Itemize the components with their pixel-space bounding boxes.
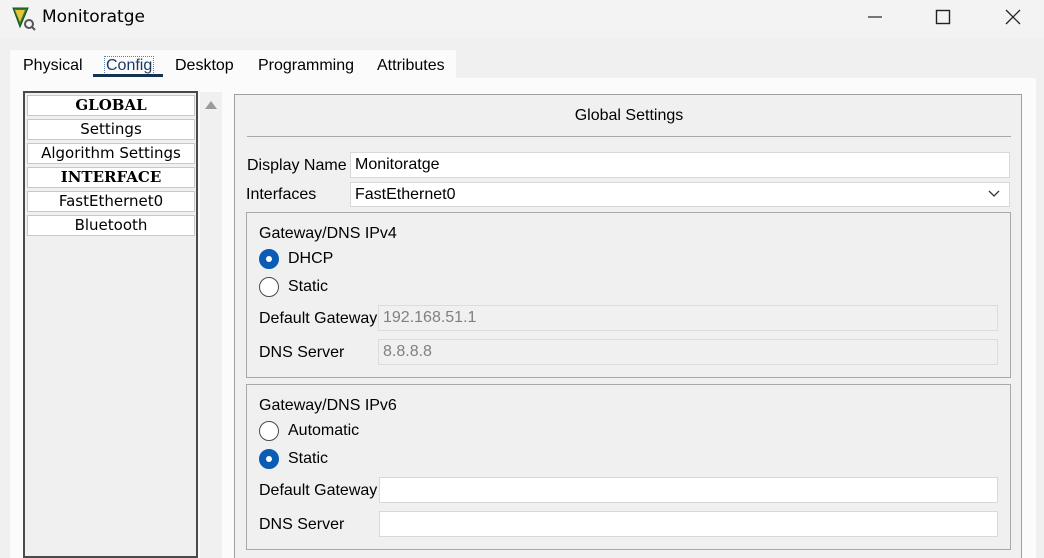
ipv4-group-title: Gateway/DNS IPv4 bbox=[259, 225, 397, 242]
ipv6-automatic-label[interactable]: Automatic bbox=[288, 422, 359, 440]
tab-attributes[interactable]: Attributes bbox=[377, 57, 445, 75]
close-button[interactable] bbox=[978, 0, 1044, 34]
config-sidebar: GLOBAL Settings Algorithm Settings INTER… bbox=[23, 91, 198, 558]
maximize-button[interactable] bbox=[908, 0, 978, 34]
tab-physical[interactable]: Physical bbox=[23, 57, 83, 75]
sidebar-scrollbar[interactable] bbox=[200, 92, 222, 558]
ipv4-dns-label: DNS Server bbox=[259, 344, 345, 361]
ipv4-static-label[interactable]: Static bbox=[288, 278, 328, 296]
ipv6-static-radio[interactable] bbox=[259, 449, 279, 469]
ipv4-dhcp-radio[interactable] bbox=[259, 249, 279, 269]
ipv4-group: Gateway/DNS IPv4 DHCP Static Default Gat… bbox=[246, 212, 1011, 378]
active-tab-indicator bbox=[93, 74, 163, 77]
ipv4-dns-input[interactable]: 8.8.8.8 bbox=[378, 339, 998, 365]
ipv4-gateway-input[interactable]: 192.168.51.1 bbox=[378, 305, 998, 331]
sidebar-item-fastethernet0[interactable]: FastEthernet0 bbox=[27, 191, 195, 212]
ipv6-group-title: Gateway/DNS IPv6 bbox=[259, 397, 397, 414]
sidebar-header-global[interactable]: GLOBAL bbox=[27, 95, 195, 116]
app-icon bbox=[10, 5, 36, 31]
sidebar-item-bluetooth[interactable]: Bluetooth bbox=[27, 215, 195, 236]
ipv6-group: Gateway/DNS IPv6 Automatic Static Defaul… bbox=[246, 384, 1011, 550]
window-title: Monitoratge bbox=[42, 7, 145, 27]
ipv4-static-radio[interactable] bbox=[259, 277, 279, 297]
ipv4-gateway-label: Default Gateway bbox=[259, 310, 378, 327]
display-name-label: Display Name bbox=[247, 157, 347, 174]
panel-title: Global Settings bbox=[574, 107, 684, 124]
ipv4-dhcp-label[interactable]: DHCP bbox=[288, 250, 333, 268]
ipv6-gateway-input[interactable] bbox=[379, 477, 998, 503]
minimize-button[interactable] bbox=[840, 0, 910, 34]
title-bar: Monitoratge bbox=[0, 0, 1044, 38]
divider bbox=[247, 136, 1011, 137]
scroll-up-icon[interactable] bbox=[205, 101, 217, 109]
chevron-down-icon bbox=[988, 190, 1000, 197]
sidebar-header-interface[interactable]: INTERFACE bbox=[27, 167, 195, 188]
maximize-icon bbox=[935, 9, 951, 25]
display-name-input[interactable]: Monitoratge bbox=[350, 152, 1010, 178]
global-settings-panel: Global Settings Display Name Monitoratge… bbox=[234, 94, 1022, 558]
sidebar-item-settings[interactable]: Settings bbox=[27, 119, 195, 140]
minimize-icon bbox=[868, 16, 882, 18]
interfaces-select[interactable]: FastEthernet0 bbox=[350, 182, 1010, 207]
tab-bar: Physical Config Desktop Programming Attr… bbox=[10, 50, 1036, 80]
ipv6-dns-label: DNS Server bbox=[259, 516, 345, 533]
ipv6-dns-input[interactable] bbox=[379, 511, 998, 537]
ipv6-gateway-label: Default Gateway bbox=[259, 482, 378, 499]
tab-programming[interactable]: Programming bbox=[258, 57, 354, 75]
ipv6-static-label[interactable]: Static bbox=[288, 450, 328, 468]
ipv6-automatic-radio[interactable] bbox=[259, 421, 279, 441]
sidebar-item-algorithm-settings[interactable]: Algorithm Settings bbox=[27, 143, 195, 164]
close-icon bbox=[1005, 9, 1021, 25]
tab-config[interactable]: Config bbox=[104, 56, 155, 75]
tab-desktop[interactable]: Desktop bbox=[175, 57, 234, 75]
interfaces-label: Interfaces bbox=[246, 186, 317, 203]
interfaces-selected-value: FastEthernet0 bbox=[355, 186, 456, 203]
